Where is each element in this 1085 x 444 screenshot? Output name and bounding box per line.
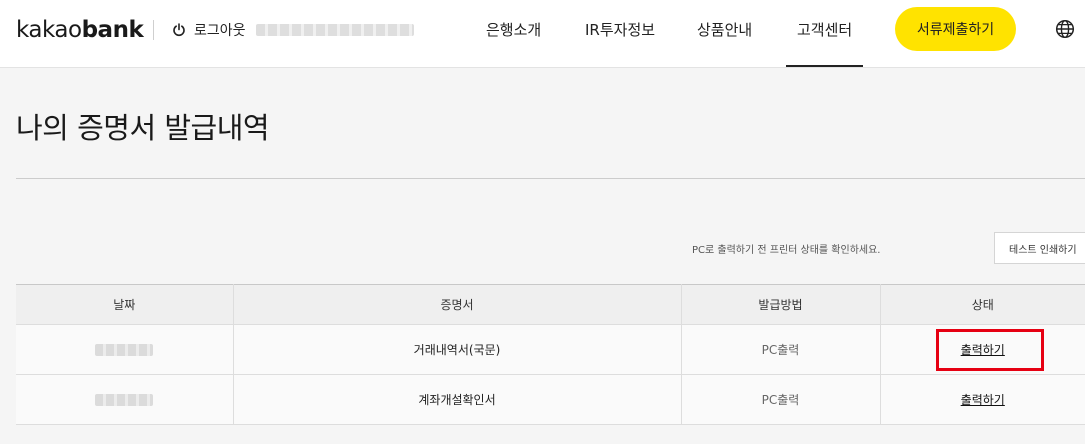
masked-date: [95, 344, 154, 356]
column-header-method: 발급방법: [681, 284, 881, 325]
date-cell: [16, 324, 234, 375]
printer-notice: PC로 출력하기 전 프린터 상태를 확인하세요.: [692, 245, 881, 256]
nav-customer-center[interactable]: 고객센터: [785, 19, 864, 67]
certificate-history-table: 날짜 증명서 발급방법 상태 거래내역서(국문) PC출력 출력하기 계좌개설확…: [16, 284, 1085, 425]
header-divider: [153, 20, 154, 40]
logo-part-light: kakao: [16, 17, 82, 43]
method-cell: PC출력: [681, 374, 881, 425]
status-cell: 출력하기: [880, 374, 1085, 425]
method-cell: PC출력: [681, 324, 881, 375]
submit-documents-button[interactable]: 서류제출하기: [895, 7, 1016, 51]
column-header-date: 날짜: [16, 284, 234, 325]
table-row: 거래내역서(국문) PC출력 출력하기: [16, 324, 1085, 375]
table-row: 계좌개설확인서 PC출력 출력하기: [16, 374, 1085, 425]
title-divider: [16, 178, 1085, 179]
column-header-certificate: 증명서: [233, 284, 682, 325]
nav-ir-info[interactable]: IR투자정보: [585, 19, 655, 40]
kakaobank-logo[interactable]: kakaobank: [16, 16, 144, 44]
nav-products[interactable]: 상품안내: [697, 19, 752, 40]
logout-button[interactable]: 로그아웃: [172, 20, 246, 40]
table-header-row: 날짜 증명서 발급방법 상태: [16, 284, 1085, 325]
certificate-cell: 계좌개설확인서: [233, 374, 682, 425]
nav-bank-intro[interactable]: 은행소개: [486, 19, 541, 40]
power-icon: [172, 23, 186, 37]
status-cell: 출력하기: [880, 324, 1085, 375]
logo-part-bold: bank: [81, 17, 144, 43]
print-link[interactable]: 출력하기: [961, 343, 1005, 357]
print-link[interactable]: 출력하기: [961, 393, 1005, 407]
globe-icon[interactable]: [1055, 19, 1075, 43]
site-header: kakaobank 로그아웃 은행소개 IR투자정보 상품안내 고객센터 서류제…: [0, 0, 1085, 68]
masked-user-info: [256, 24, 414, 36]
logout-label: 로그아웃: [194, 23, 246, 39]
date-cell: [16, 374, 234, 425]
column-header-status: 상태: [880, 284, 1085, 325]
masked-date: [95, 394, 154, 406]
certificate-cell: 거래내역서(국문): [233, 324, 682, 375]
page-title: 나의 증명서 발급내역: [16, 111, 270, 145]
test-print-button[interactable]: 테스트 인쇄하기: [994, 232, 1085, 264]
